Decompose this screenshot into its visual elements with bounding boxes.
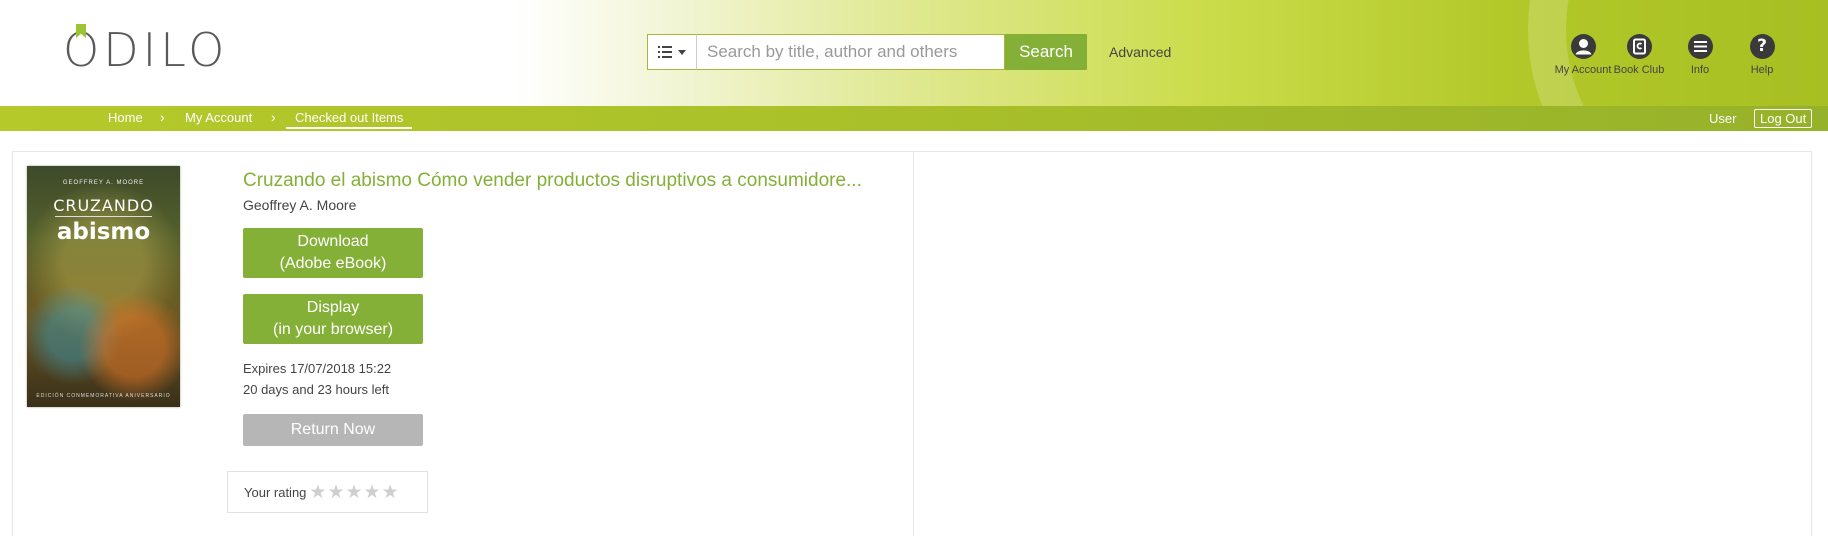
- cover-rule: [55, 216, 152, 217]
- breadcrumb-my-account[interactable]: My Account: [185, 110, 252, 125]
- breadcrumb-home[interactable]: Home: [108, 110, 143, 125]
- help-icon: ?: [1749, 34, 1775, 59]
- logo-text: ODILO: [63, 23, 229, 77]
- book-title-link[interactable]: Cruzando el abismo Cómo vender productos…: [243, 170, 862, 192]
- display-button-label: Display: [306, 299, 360, 316]
- logout-button[interactable]: Log Out: [1754, 109, 1813, 128]
- cover-title-line2: abismo: [56, 219, 151, 245]
- top-nav-book-club[interactable]: Book Club: [1609, 34, 1669, 76]
- download-button-format: (Adobe eBook): [279, 255, 387, 272]
- download-button[interactable]: Download (Adobe eBook): [243, 228, 423, 278]
- star-icon[interactable]: ★: [327, 483, 344, 502]
- top-nav-label: Book Club: [1613, 64, 1665, 76]
- download-button-label: Download: [297, 233, 369, 250]
- list-icon: [658, 46, 672, 58]
- breadcrumb-checked-out-items[interactable]: Checked out Items: [286, 110, 413, 129]
- user-label: User: [1709, 111, 1737, 126]
- star-icon[interactable]: ★: [364, 483, 381, 502]
- chevron-right-icon: ›: [271, 109, 276, 125]
- star-icon[interactable]: ★: [382, 483, 399, 502]
- top-nav-help[interactable]: ? Help: [1732, 34, 1792, 76]
- search-input[interactable]: [697, 34, 1005, 70]
- menu-icon: [1687, 34, 1713, 59]
- expiration-date: Expires 17/07/2018 15:22: [243, 361, 392, 376]
- cover-author: GEOFFREY A. MOORE: [62, 180, 145, 186]
- chevron-down-icon: [678, 49, 686, 55]
- advanced-search-link[interactable]: Advanced: [1109, 44, 1171, 60]
- top-nav-label: Info: [1690, 64, 1710, 76]
- search-type-dropdown[interactable]: [647, 34, 697, 70]
- odilo-logo[interactable]: ODILO: [63, 23, 229, 77]
- display-button-subtitle: (in your browser): [272, 321, 394, 338]
- breadcrumb-bar: Home › My Account › Checked out Items Us…: [0, 106, 1828, 131]
- cover-footer: EDICIÓN CONMEMORATIVA ANIVERSARIO: [36, 393, 171, 399]
- return-now-button[interactable]: Return Now: [243, 414, 423, 446]
- top-nav-label: Help: [1750, 64, 1774, 76]
- header: ODILO Search Advanced My Account Book Cl…: [0, 0, 1828, 106]
- book-cover[interactable]: GEOFFREY A. MOORE CRUZANDO abismo EDICIÓ…: [27, 166, 180, 407]
- rating-widget: Your rating ★ ★ ★ ★ ★: [227, 471, 428, 513]
- search-bar: Search: [647, 34, 1087, 70]
- star-icon[interactable]: ★: [309, 483, 326, 502]
- rating-label: Your rating: [244, 484, 307, 500]
- book-club-icon: [1626, 34, 1652, 59]
- search-button[interactable]: Search: [1005, 34, 1087, 70]
- book-author: Geoffrey A. Moore: [243, 197, 357, 213]
- top-nav-my-account[interactable]: My Account: [1553, 34, 1613, 76]
- cover-title-line1: CRUZANDO: [53, 196, 154, 215]
- top-nav-label: My Account: [1554, 64, 1612, 76]
- star-icon[interactable]: ★: [346, 483, 363, 502]
- display-button[interactable]: Display (in your browser): [243, 294, 423, 344]
- checked-out-items-panel: GEOFFREY A. MOORE CRUZANDO abismo EDICIÓ…: [12, 151, 1812, 536]
- time-left: 20 days and 23 hours left: [243, 382, 389, 397]
- chevron-right-icon: ›: [160, 109, 165, 125]
- top-nav-info[interactable]: Info: [1670, 34, 1730, 76]
- panel-divider: [913, 152, 914, 536]
- user-icon: [1570, 34, 1596, 59]
